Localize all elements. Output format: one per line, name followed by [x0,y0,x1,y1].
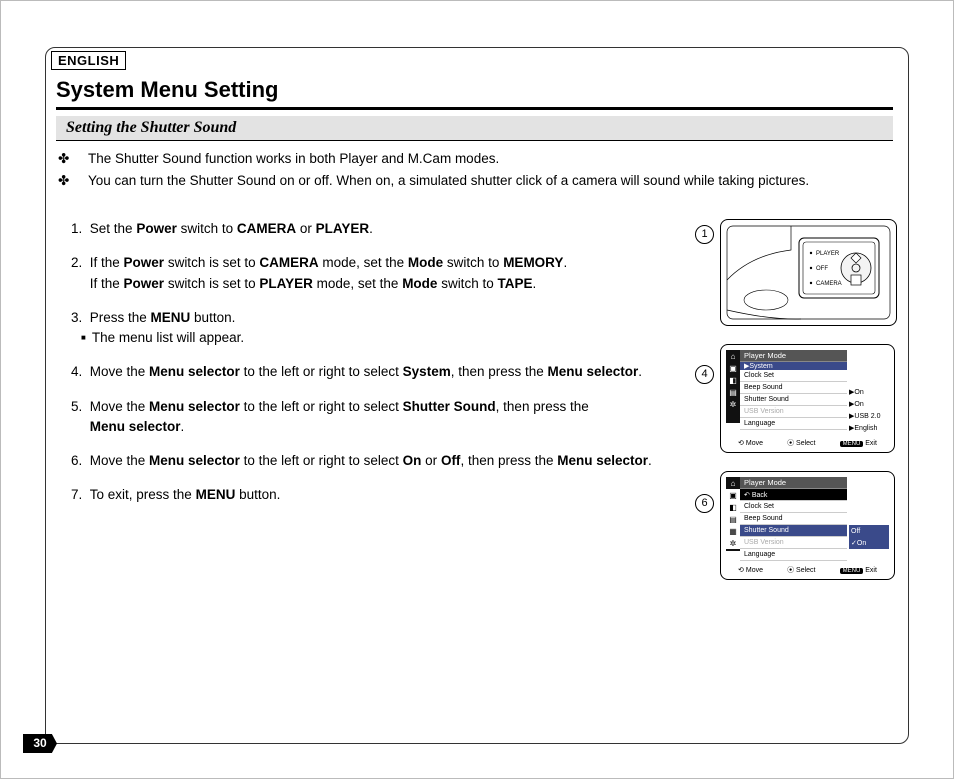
menu6-item: Beep Sound [740,513,847,525]
menu4-val [849,374,889,386]
step-4: 4. Move the Menu selector to the left or… [71,362,671,382]
menu4-highlight: ▶System [740,362,847,370]
menu4-list: Player Mode ▶System Clock Set Beep Sound… [740,350,847,434]
camera-icon: ⌂ [726,350,740,362]
manual-page: ENGLISH System Menu Setting Setting the … [0,0,954,779]
intro-line: ✤You can turn the Shutter Sound on or of… [73,171,893,191]
step-3: 3. Press the MENU button. ■The menu list… [71,308,671,349]
intro-block: ✤The Shutter Sound function works in bot… [73,149,893,192]
menu6-opt-off: Off [849,525,889,537]
exit-label: MENU Exit [840,440,877,447]
menu4-item: Language [740,418,847,430]
svg-text:OFF: OFF [816,266,828,272]
menu4-icon-column: ⌂ ▣ ◧ ▤ ✲ [726,350,740,434]
step-2: 2. If the Power switch is set to CAMERA … [71,253,671,294]
figure-power-switch: PLAYER OFF CAMERA [720,219,897,326]
svg-text:CAMERA: CAMERA [816,281,842,287]
move-icon: ⟲ Move [738,566,763,574]
intro-line: ✤The Shutter Sound function works in bot… [73,149,893,169]
menu6-list: Player Mode ↶ Back Clock Set Beep Sound … [740,477,847,561]
menu4-values: ▶On ▶On ▶USB 2.0 ▶English [847,350,889,434]
menu6-item: Clock Set [740,501,847,513]
select-icon: ⦿ Select [787,438,815,448]
menu4-item: Shutter Sound [740,394,847,406]
step-7: 7. To exit, press the MENU button. [71,485,671,505]
menu4-val: ▶English [849,422,889,434]
tv-icon: ▦ [726,525,740,537]
menu6-values: Off ✓On [847,477,889,561]
menu6-back: ↶ Back [740,489,847,501]
menu4-val: ▶On [849,386,889,398]
section-subtitle: Setting the Shutter Sound [56,116,893,141]
tape-icon: ▣ [726,362,740,374]
menu4-item: Clock Set [740,370,847,382]
card-icon: ◧ [726,374,740,386]
menu6-title: Player Mode [740,477,847,489]
system-icon: ✲ [726,398,740,410]
exit-label: MENU Exit [840,567,877,574]
figure-menu-6: ⌂ ▣ ◧ ▤ ▦ ✲ Player Mode ↶ Back Clock Set… [720,471,895,580]
menu4-item: USB Version [740,406,847,418]
system-icon: ✲ [726,537,740,549]
card-icon: ◧ [726,501,740,513]
menu4-footer: ⟲ Move ⦿ Select MENU Exit [726,438,889,448]
menu4-val: ▶USB 2.0 [849,410,889,422]
svg-text:PLAYER: PLAYER [816,251,840,257]
blank-icon [726,410,740,423]
menu4-item: Beep Sound [740,382,847,394]
page-number: 30 [23,734,57,753]
figure-number-1: 1 [695,225,714,244]
language-badge: ENGLISH [51,51,126,70]
menu6-item-selected: Shutter Sound [740,525,847,537]
move-icon: ⟲ Move [738,439,763,447]
menu6-footer: ⟲ Move ⦿ Select MENU Exit [726,565,889,575]
figure-number-6: 6 [695,494,714,513]
menu4-title: Player Mode [740,350,847,362]
menu6-icon-column: ⌂ ▣ ◧ ▤ ▦ ✲ [726,477,740,561]
power-switch-illustration: PLAYER OFF CAMERA [721,220,896,325]
menu4-val: ▶On [849,398,889,410]
figures-column: 1 PLAYER OFF CAMERA 4 [695,219,895,598]
step-5: 5. Move the Menu selector to the left or… [71,397,671,438]
steps-block: 1. Set the Power switch to CAMERA or PLA… [71,219,671,520]
display-icon: ▤ [726,513,740,525]
figure-number-4: 4 [695,365,714,384]
step-1: 1. Set the Power switch to CAMERA or PLA… [71,219,671,239]
tape-icon: ▣ [726,489,740,501]
select-icon: ⦿ Select [787,565,815,575]
page-title: System Menu Setting [56,73,893,110]
menu6-item: Language [740,549,847,561]
step-6: 6. Move the Menu selector to the left or… [71,451,671,471]
camera-icon: ⌂ [726,477,740,489]
menu6-opt-on: ✓On [849,537,889,549]
menu6-item: USB Version [740,537,847,549]
figure-menu-4: ⌂ ▣ ◧ ▤ ✲ Player Mode ▶System Clock Set … [720,344,895,453]
display-icon: ▤ [726,386,740,398]
